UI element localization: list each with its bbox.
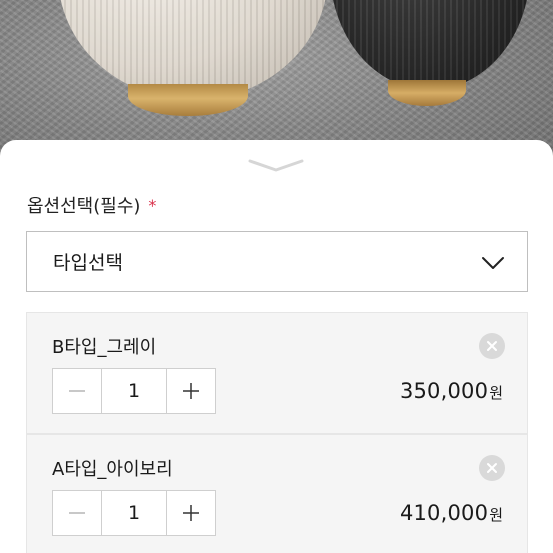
- quantity-value[interactable]: 1: [101, 369, 167, 413]
- selected-item-name: A타입_아이보리: [52, 459, 173, 480]
- option-bottom-sheet: 옵션선택(필수) * 타입선택 B타입_그레이 1 350,000 원 A타입_…: [0, 140, 553, 553]
- required-mark: *: [148, 195, 157, 215]
- remove-item-button[interactable]: [479, 455, 505, 481]
- item-price-amount: 350,000: [399, 379, 489, 403]
- gray-vase-image: [330, 0, 530, 90]
- selected-item-card: A타입_아이보리 1 410,000 원: [26, 434, 528, 553]
- plus-icon: [183, 383, 199, 399]
- quantity-value[interactable]: 1: [101, 491, 167, 535]
- remove-item-button[interactable]: [479, 333, 505, 359]
- selected-item-card: B타입_그레이 1 350,000 원: [26, 312, 528, 434]
- quantity-stepper: 1: [52, 490, 216, 536]
- close-icon: [487, 463, 497, 473]
- item-price-currency: 원: [489, 506, 503, 524]
- close-icon: [487, 341, 497, 351]
- decrease-quantity-button[interactable]: [53, 369, 101, 413]
- selected-item-name: B타입_그레이: [52, 337, 157, 358]
- option-select-label: 옵션선택(필수) *: [27, 192, 156, 218]
- minus-icon: [69, 512, 85, 514]
- option-label-text: 옵션선택(필수): [27, 196, 141, 217]
- increase-quantity-button[interactable]: [167, 491, 215, 535]
- decrease-quantity-button[interactable]: [53, 491, 101, 535]
- increase-quantity-button[interactable]: [167, 369, 215, 413]
- minus-icon: [69, 390, 85, 392]
- sheet-handle-chevron-down-icon[interactable]: [248, 158, 304, 172]
- chevron-down-icon: [481, 255, 505, 269]
- quantity-stepper: 1: [52, 368, 216, 414]
- item-price-amount: 410,000: [399, 501, 489, 525]
- gray-vase-wood-base: [388, 80, 466, 106]
- item-price: 350,000 원: [400, 379, 503, 403]
- item-price-currency: 원: [489, 384, 503, 402]
- item-price: 410,000 원: [400, 501, 503, 525]
- ivory-vase-wood-base: [128, 84, 248, 116]
- type-select-value: 타입선택: [53, 252, 123, 274]
- type-select-dropdown[interactable]: 타입선택: [26, 231, 528, 292]
- plus-icon: [183, 505, 199, 521]
